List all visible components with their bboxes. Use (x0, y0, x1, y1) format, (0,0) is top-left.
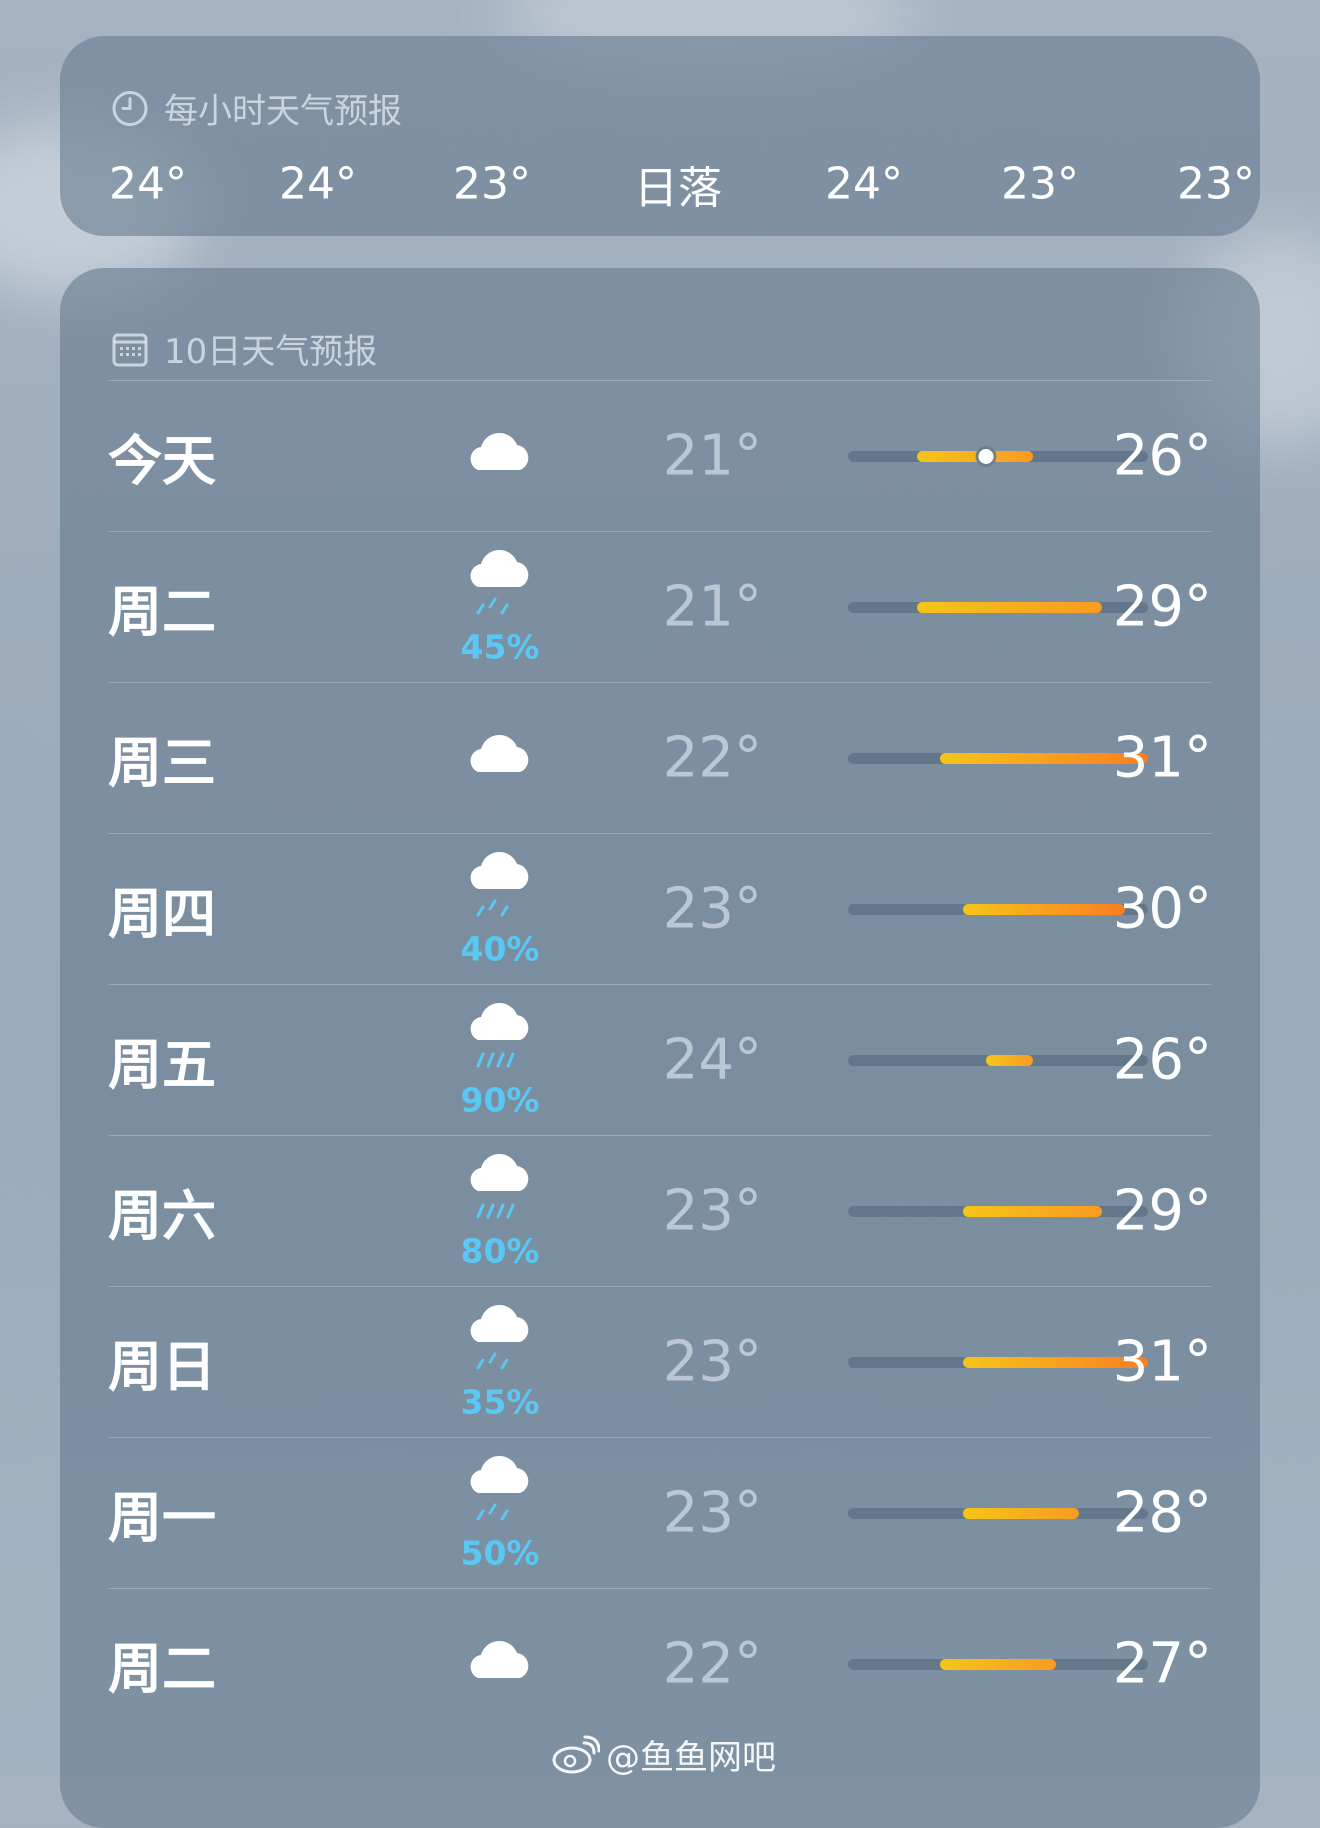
row-divider (108, 380, 1212, 381)
hourly-item: 24° (279, 158, 357, 210)
precip-chance: 80% (460, 1231, 540, 1271)
cloud-icon (458, 380, 542, 531)
low-temp: 22° (662, 1631, 762, 1696)
hourly-forecast-header: 每小时天气预报 (110, 84, 402, 133)
row-divider (108, 1286, 1212, 1287)
temp-range-track (848, 1659, 1148, 1670)
temp-range-track (848, 753, 1148, 764)
day-label: 周二 (108, 1637, 216, 1700)
temp-range-track (848, 1055, 1148, 1066)
ten-day-forecast-header: 10日天气预报 (110, 324, 377, 373)
low-temp: 22° (662, 725, 762, 790)
clock-icon (112, 90, 148, 126)
temp-range-track (848, 1357, 1148, 1368)
hourly-item: 24° (825, 158, 903, 210)
forecast-row[interactable]: 周三 22° 31° (108, 682, 1212, 833)
row-divider (108, 682, 1212, 683)
temp-range-track (848, 904, 1148, 915)
cloud-icon (458, 1588, 542, 1739)
temp-range-bar (963, 1508, 1079, 1519)
day-label: 周一 (108, 1486, 216, 1549)
forecast-row[interactable]: 周日 35% 23° 31° (108, 1286, 1212, 1437)
hourly-item: 23° (1177, 158, 1255, 210)
temp-range-bar (986, 1055, 1033, 1066)
temp-range-bar (963, 904, 1125, 915)
watermark-text: @鱼鱼网吧 (606, 1738, 776, 1778)
row-divider (108, 1588, 1212, 1589)
low-temp: 23° (662, 1178, 762, 1243)
watermark: @鱼鱼网吧 (550, 1730, 776, 1779)
precip-chance: 40% (460, 929, 540, 969)
day-label: 周四 (108, 882, 216, 945)
low-temp: 24° (662, 1027, 762, 1092)
current-temp-dot (978, 449, 994, 464)
high-temp: 31° (1112, 725, 1212, 790)
row-divider (108, 1437, 1212, 1438)
high-temp: 28° (1112, 1480, 1212, 1545)
forecast-row[interactable]: 周四 40% 23° 30° (108, 833, 1212, 984)
row-divider (108, 984, 1212, 985)
high-temp: 31° (1112, 1329, 1212, 1394)
day-label: 周二 (108, 580, 216, 643)
high-temp: 27° (1112, 1631, 1212, 1696)
forecast-row[interactable]: 周二 22° 27° (108, 1588, 1212, 1739)
temp-range-bar (940, 1659, 1056, 1670)
temp-range-track (848, 602, 1148, 613)
forecast-row[interactable]: 周二 45% 21° 29° (108, 531, 1212, 682)
temp-range-track (848, 1206, 1148, 1217)
hourly-item: 23° (1001, 158, 1079, 210)
day-label: 周三 (108, 731, 216, 794)
day-label: 今天 (108, 429, 216, 492)
low-temp: 23° (662, 876, 762, 941)
precip-chance: 35% (460, 1382, 540, 1422)
high-temp: 30° (1112, 876, 1212, 941)
high-temp: 26° (1112, 423, 1212, 488)
row-divider (108, 1135, 1212, 1136)
day-label: 周五 (108, 1033, 216, 1096)
low-temp: 21° (662, 574, 762, 639)
calendar-icon (112, 333, 148, 366)
high-temp: 29° (1112, 574, 1212, 639)
temp-range-bar (917, 602, 1102, 613)
low-temp: 23° (662, 1329, 762, 1394)
row-divider (108, 531, 1212, 532)
temp-range-track (848, 449, 1148, 464)
day-label: 周日 (108, 1335, 216, 1398)
hourly-item: 24° (109, 158, 187, 210)
cloud-icon (458, 682, 542, 833)
forecast-row[interactable]: 周一 50% 23° 28° (108, 1437, 1212, 1588)
precip-chance: 90% (460, 1080, 540, 1120)
low-temp: 21° (662, 423, 762, 488)
hourly-item-sunset: 日落 (634, 163, 722, 214)
ten-day-forecast-card[interactable]: 10日天气预报 今天 21° 26° 周二 45% 21° 29° 周三 22° 31° 周四 40%… (60, 268, 1260, 1828)
hourly-item: 23° (453, 158, 531, 210)
weibo-logo-icon (552, 1735, 600, 1773)
hourly-forecast-card[interactable]: 每小时天气预报 24° 24° 23° 日落 24° 23° 23° (60, 36, 1260, 236)
temp-range-track (848, 1508, 1148, 1519)
forecast-row[interactable]: 周六 80% 23° 29° (108, 1135, 1212, 1286)
row-divider (108, 833, 1212, 834)
precip-chance: 50% (460, 1533, 540, 1573)
forecast-row[interactable]: 周五 90% 24° 26° (108, 984, 1212, 1135)
day-label: 周六 (108, 1184, 216, 1247)
temp-range-bar (963, 1206, 1102, 1217)
hourly-forecast-title: 每小时天气预报 (164, 91, 402, 132)
high-temp: 29° (1112, 1178, 1212, 1243)
temp-range-bar (917, 451, 1033, 462)
low-temp: 23° (662, 1480, 762, 1545)
high-temp: 26° (1112, 1027, 1212, 1092)
precip-chance: 45% (460, 627, 540, 667)
forecast-row[interactable]: 今天 21° 26° (108, 380, 1212, 531)
ten-day-forecast-title: 10日天气预报 (164, 332, 378, 372)
